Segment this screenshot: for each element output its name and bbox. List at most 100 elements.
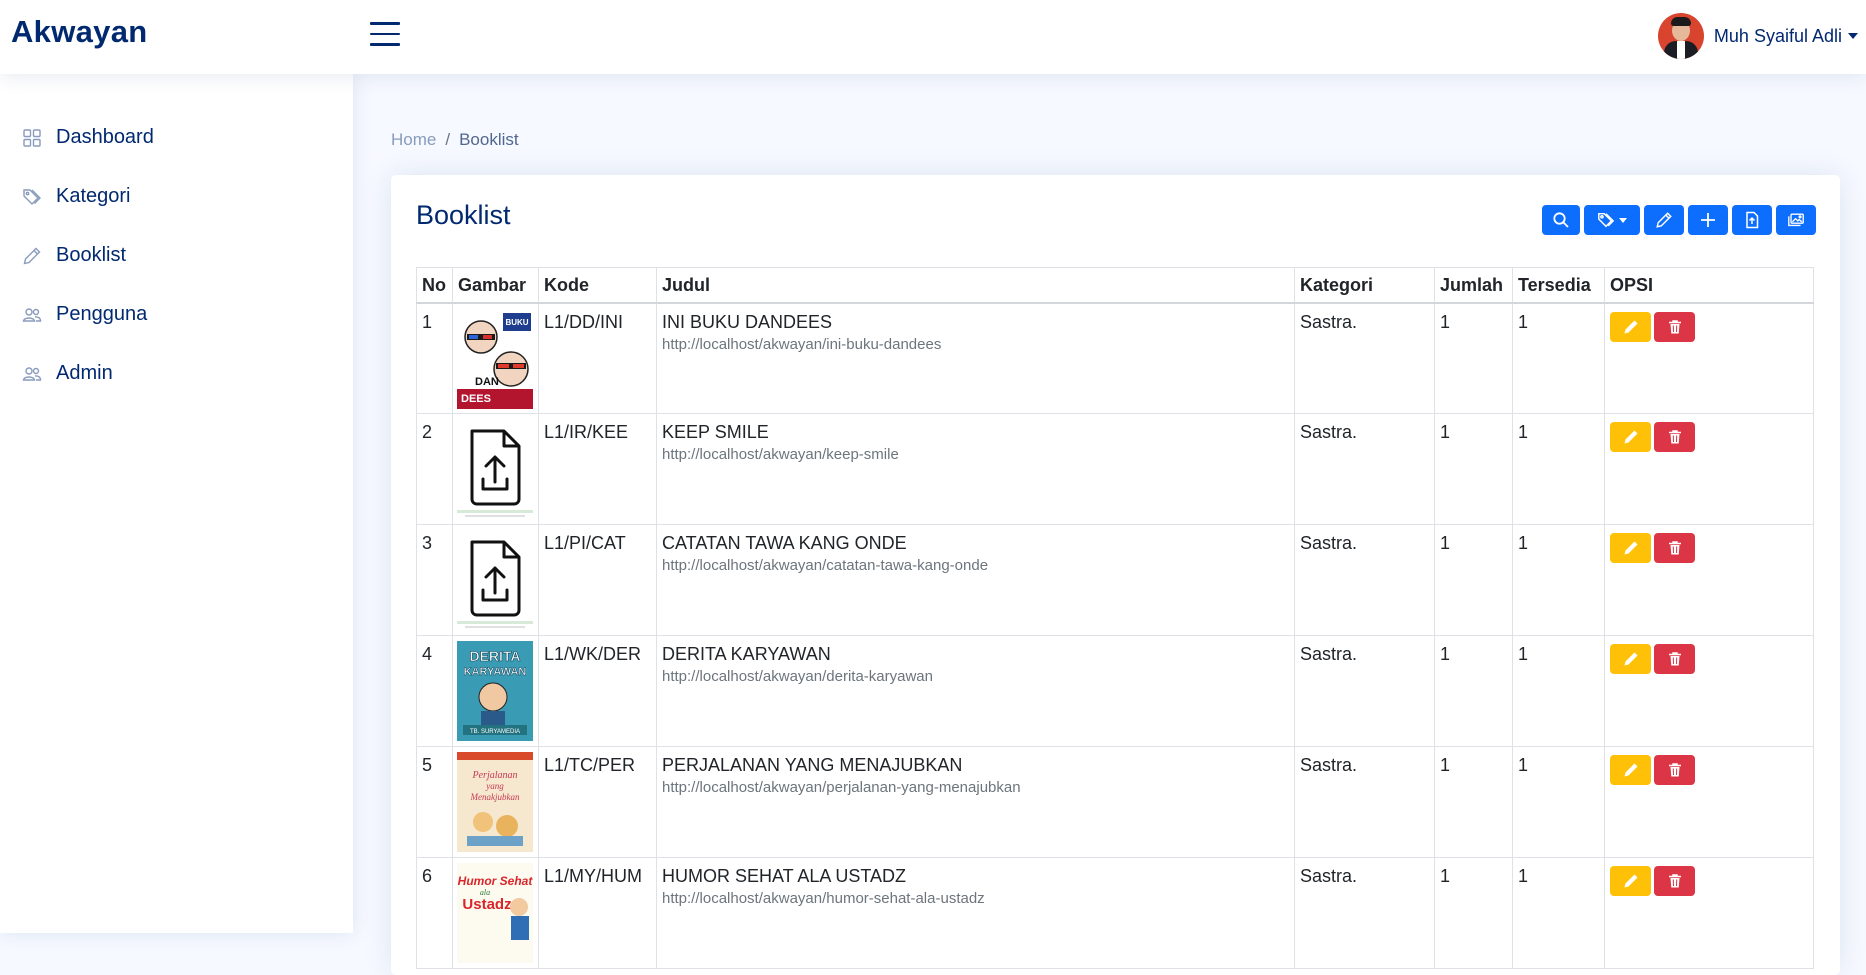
pencil-icon <box>1624 763 1637 777</box>
cell-kategori: Sastra. <box>1294 524 1435 636</box>
cell-judul: PERJALANAN YANG MENAJUBKAN http://localh… <box>656 746 1295 858</box>
hamburger-line <box>370 43 400 46</box>
book-cover-image[interactable]: Perjalanan yang Menakjubkan <box>457 752 533 852</box>
sidebar-toggle-button[interactable] <box>370 22 400 50</box>
svg-text:Ustadz: Ustadz <box>462 896 511 913</box>
cell-judul: HUMOR SEHAT ALA USTADZ http://localhost/… <box>656 857 1295 969</box>
sidebar-item-booklist[interactable]: Booklist <box>0 226 353 285</box>
avatar <box>1657 13 1704 59</box>
edit-button[interactable] <box>1610 644 1651 674</box>
file-upload-icon[interactable] <box>457 530 533 630</box>
upload-images-button[interactable] <box>1776 205 1816 235</box>
column-header-jumlah[interactable]: Jumlah <box>1434 267 1513 304</box>
book-title: DERITA KARYAWAN <box>662 644 831 664</box>
book-title: HUMOR SEHAT ALA USTADZ <box>662 866 907 886</box>
breadcrumb-current: Booklist <box>459 130 519 149</box>
cell-jumlah: 1 <box>1434 413 1513 525</box>
cell-kategori: Sastra. <box>1294 413 1435 525</box>
cell-no: 4 <box>416 635 453 747</box>
table-row: 2 L1/IR/KEE KEEP SMILE http://localhost/… <box>416 413 1814 525</box>
cell-tersedia: 1 <box>1512 746 1605 858</box>
pencil-icon <box>1624 541 1637 555</box>
import-file-button[interactable] <box>1732 205 1772 235</box>
edit-button[interactable] <box>1610 755 1651 785</box>
cell-no: 2 <box>416 413 453 525</box>
edit-button[interactable] <box>1610 311 1651 342</box>
cell-judul: DERITA KARYAWAN http://localhost/akwayan… <box>656 635 1295 747</box>
cell-image <box>452 524 539 636</box>
edit-button[interactable] <box>1610 866 1651 896</box>
book-cover-image[interactable]: Humor Sehat ala Ustadz <box>457 863 533 963</box>
cell-image: Perjalanan yang Menakjubkan <box>452 746 539 858</box>
people-icon <box>22 307 42 322</box>
hamburger-line <box>370 22 400 25</box>
cell-opsi <box>1604 413 1814 525</box>
edit-mode-button[interactable] <box>1644 205 1684 235</box>
cell-judul: INI BUKU DANDEES http://localhost/akwaya… <box>656 302 1295 414</box>
book-title: CATATAN TAWA KANG ONDE <box>662 533 907 553</box>
user-profile-dropdown[interactable]: Muh Syaiful Adli <box>1657 13 1858 59</box>
search-icon <box>1553 212 1569 228</box>
book-slug: http://localhost/akwayan/catatan-tawa-ka… <box>662 557 989 574</box>
sidebar-item-kategori[interactable]: Kategori <box>0 167 353 226</box>
table-row: 6 Humor Sehat ala Ustadz L1/MY/HUM HUMOR… <box>416 857 1814 969</box>
cell-image <box>452 413 539 525</box>
cell-jumlah: 1 <box>1434 746 1513 858</box>
cell-kode: L1/MY/HUM <box>538 857 657 969</box>
chevron-down-icon <box>1848 33 1858 39</box>
book-cover-image[interactable]: BUKU DAN DEES <box>457 308 533 409</box>
delete-button[interactable] <box>1654 866 1695 896</box>
column-header-judul[interactable]: Judul <box>656 267 1295 304</box>
edit-button[interactable] <box>1610 422 1651 452</box>
sidebar-item-pengguna[interactable]: Pengguna <box>0 285 353 344</box>
category-filter-dropdown[interactable] <box>1584 205 1640 235</box>
cell-tersedia: 1 <box>1512 413 1605 525</box>
app-logo[interactable]: Akwayan <box>11 14 148 50</box>
cell-kategori: Sastra. <box>1294 635 1435 747</box>
book-slug: http://localhost/akwayan/derita-karyawan <box>662 668 933 685</box>
delete-button[interactable] <box>1654 422 1695 452</box>
chevron-down-icon <box>1619 217 1627 223</box>
table-row: 5 Perjalanan yang Menakjubkan L1/TC/PER … <box>416 746 1814 858</box>
booklist-card: Booklist No Gambar Kode Judul Kategori J… <box>391 175 1840 975</box>
column-header-kode[interactable]: Kode <box>538 267 657 304</box>
cell-jumlah: 1 <box>1434 635 1513 747</box>
book-cover-image[interactable]: DERITA KARYAWAN TB. SURYAMEDIA <box>457 641 533 741</box>
hamburger-line <box>370 32 400 35</box>
book-slug: http://localhost/akwayan/keep-smile <box>662 446 899 463</box>
grid-icon <box>23 128 41 147</box>
book-slug: http://localhost/akwayan/ini-buku-dandee… <box>662 335 942 353</box>
sidebar-item-label: Pengguna <box>56 303 148 325</box>
column-header-gambar[interactable]: Gambar <box>452 267 539 304</box>
column-header-no[interactable]: No <box>416 267 453 304</box>
search-button[interactable] <box>1542 205 1580 235</box>
add-book-button[interactable] <box>1688 205 1728 235</box>
file-upload-icon[interactable] <box>457 419 533 519</box>
column-header-tersedia[interactable]: Tersedia <box>1512 267 1605 304</box>
table-row: 1 BUKU DAN DEES L1/DD/INI INI BUKU DANDE… <box>416 302 1814 414</box>
breadcrumb-separator: / <box>445 130 451 149</box>
pencil-icon <box>23 247 41 264</box>
pencil-icon <box>1624 652 1637 666</box>
book-title: INI BUKU DANDEES <box>662 311 833 332</box>
sidebar-item-admin[interactable]: Admin <box>0 344 353 403</box>
cell-jumlah: 1 <box>1434 302 1513 414</box>
sidebar-item-dashboard[interactable]: Dashboard <box>0 108 353 167</box>
delete-button[interactable] <box>1654 311 1695 342</box>
file-upload-icon <box>1746 211 1759 229</box>
cell-tersedia: 1 <box>1512 857 1605 969</box>
breadcrumb-home[interactable]: Home <box>391 130 436 149</box>
edit-button[interactable] <box>1610 533 1651 563</box>
delete-button[interactable] <box>1654 533 1695 563</box>
pencil-icon <box>1624 320 1637 333</box>
sidebar-item-label: Admin <box>56 362 113 384</box>
svg-text:DEES: DEES <box>461 393 491 405</box>
svg-text:DAN: DAN <box>475 376 499 388</box>
delete-button[interactable] <box>1654 644 1695 674</box>
user-name: Muh Syaiful Adli <box>1713 25 1842 46</box>
column-header-kategori[interactable]: Kategori <box>1294 267 1435 304</box>
svg-text:TB. SURYAMEDIA: TB. SURYAMEDIA <box>470 729 520 735</box>
delete-button[interactable] <box>1654 755 1695 785</box>
cell-jumlah: 1 <box>1434 524 1513 636</box>
cell-kategori: Sastra. <box>1294 746 1435 858</box>
